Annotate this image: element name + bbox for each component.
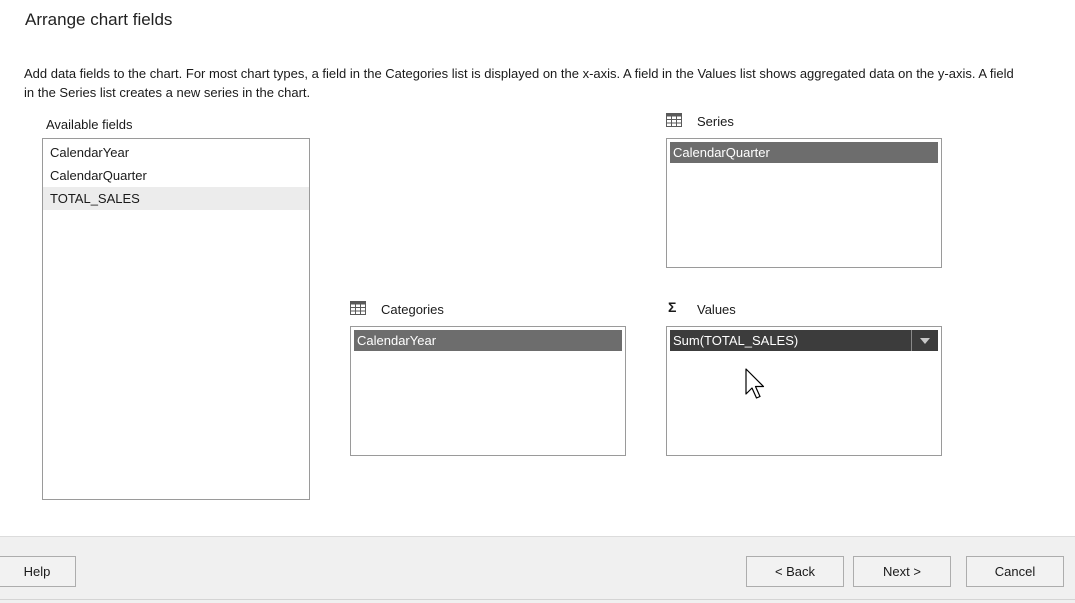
mouse-cursor-icon: [745, 368, 765, 399]
categories-item[interactable]: CalendarYear: [354, 330, 622, 351]
help-button[interactable]: Help: [0, 556, 76, 587]
categories-drop-area[interactable]: CalendarYear: [350, 326, 626, 456]
series-item[interactable]: CalendarQuarter: [670, 142, 938, 163]
dialog-footer: Help < Back Next > Cancel: [0, 536, 1075, 603]
cancel-button[interactable]: Cancel: [966, 556, 1064, 587]
values-item[interactable]: Sum(TOTAL_SALES): [670, 330, 938, 351]
table-grid-icon: [666, 113, 682, 127]
back-button[interactable]: < Back: [746, 556, 844, 587]
footer-bottom-border: [0, 599, 1075, 600]
series-drop-area[interactable]: CalendarQuarter: [666, 138, 942, 268]
series-label: Series: [697, 114, 734, 129]
available-field-item[interactable]: CalendarYear: [43, 141, 309, 164]
chevron-down-icon: [920, 338, 930, 344]
values-aggregate-dropdown[interactable]: [911, 330, 938, 351]
values-drop-area[interactable]: Sum(TOTAL_SALES): [666, 326, 942, 456]
available-field-item[interactable]: CalendarQuarter: [43, 164, 309, 187]
dialog-title: Arrange chart fields: [25, 10, 173, 29]
table-grid-icon: [350, 301, 366, 315]
sigma-icon: Σ: [668, 299, 677, 315]
values-item-label: Sum(TOTAL_SALES): [673, 333, 799, 348]
categories-label: Categories: [381, 302, 444, 317]
dialog-description: Add data fields to the chart. For most c…: [24, 66, 1014, 100]
next-button[interactable]: Next >: [853, 556, 951, 587]
available-field-item[interactable]: TOTAL_SALES: [43, 187, 309, 210]
available-fields-label: Available fields: [46, 117, 133, 132]
values-label: Values: [697, 302, 736, 317]
available-fields-list[interactable]: CalendarYear CalendarQuarter TOTAL_SALES: [42, 138, 310, 500]
